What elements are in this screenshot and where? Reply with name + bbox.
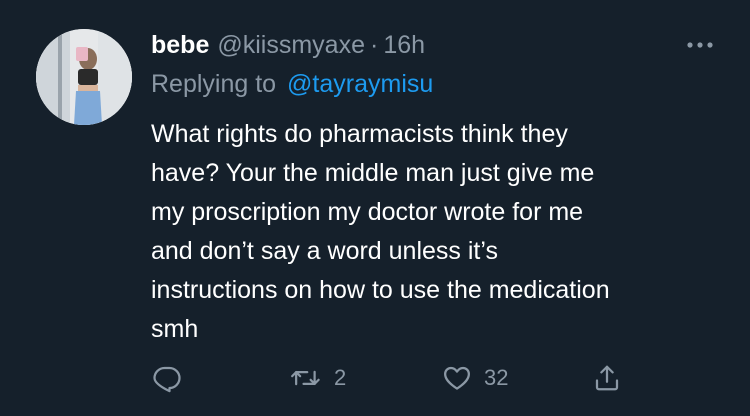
reply-button[interactable]	[152, 362, 182, 394]
tweet-text-line: instructions on how to use the medicatio…	[151, 276, 610, 304]
reply-icon	[152, 363, 182, 393]
like-count: 32	[484, 365, 509, 390]
tweet-text: What rights do pharmacists think they ha…	[151, 115, 731, 349]
tweet-text-line: have? Your the middle man just give me	[151, 159, 595, 187]
tweet-text-line: my proscription my doctor wrote for me	[151, 198, 584, 226]
tweet-text-line: and don’t say a word unless it’s	[151, 237, 498, 265]
tweet-header: bebe @kiissmyaxe · 16h	[151, 27, 425, 63]
user-handle[interactable]: @kiissmyaxe	[217, 27, 365, 63]
avatar[interactable]	[36, 29, 132, 125]
replying-to-mention[interactable]: @tayraymisu	[287, 70, 433, 98]
like-button[interactable]: 32	[442, 362, 508, 394]
heart-icon	[442, 363, 472, 393]
display-name[interactable]: bebe	[151, 27, 209, 63]
share-button[interactable]	[592, 362, 622, 394]
retweet-count: 2	[334, 365, 347, 390]
share-icon	[592, 363, 622, 393]
tweet-text-line: What rights do pharmacists think they	[151, 120, 568, 148]
replying-label: Replying to	[151, 70, 277, 98]
replying-to: Replying to @tayraymisu	[151, 66, 433, 102]
tweet-actions: 2 32	[0, 356, 750, 400]
tweet: bebe @kiissmyaxe · 16h Replying to @tayr…	[0, 0, 750, 416]
tweet-text-line: smh	[151, 315, 199, 343]
separator-dot: ·	[369, 31, 379, 59]
retweet-icon	[290, 363, 322, 393]
more-horizontal-icon[interactable]	[686, 38, 714, 50]
retweet-button[interactable]: 2	[290, 362, 346, 394]
timestamp[interactable]: 16h	[383, 27, 425, 63]
